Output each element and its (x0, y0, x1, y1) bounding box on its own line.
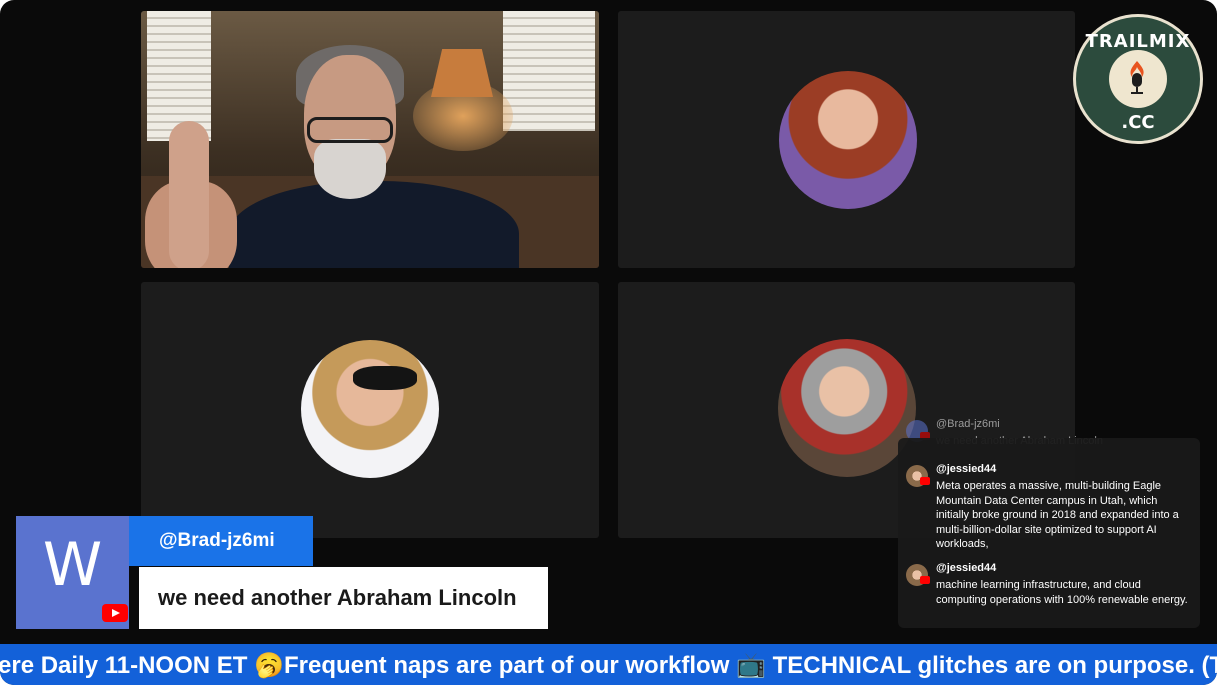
chat-overlay: @jessied44 Meta operates a massive, mult… (898, 438, 1200, 628)
lower-third-username: @Brad-jz6mi (159, 530, 275, 551)
microphone-flame-icon (1130, 61, 1144, 94)
window-blinds (503, 11, 595, 131)
stream-canvas: TRAILMIX .CC @Brad-jz6mi we need another… (0, 0, 1217, 685)
lower-third-avatar: W (16, 516, 129, 629)
logo-top-text: TRAILMIX (1085, 31, 1191, 52)
avatar-letter: W (42, 530, 103, 600)
participant-tile-camera (141, 11, 599, 268)
lower-third-name-box: @Brad-jz6mi (129, 516, 313, 566)
camera-feed (141, 11, 599, 268)
lower-third-message-box: we need another Abraham Lincoln (139, 567, 548, 629)
participant-avatar (778, 339, 916, 477)
participant-tile-avatar (618, 11, 1075, 268)
chat-text: machine learning infrastructure, and clo… (936, 579, 1188, 606)
news-ticker: ere Daily 11-NOON ET 🥱Frequent naps are … (0, 644, 1217, 685)
lower-third-message: we need another Abraham Lincoln (158, 585, 517, 610)
participant-avatar (779, 71, 917, 209)
lamp-shade (431, 49, 493, 97)
participant-tile-avatar (141, 282, 599, 538)
chat-username: @Brad-jz6mi (936, 418, 1000, 430)
person-beard (314, 139, 386, 199)
chat-text: Meta operates a massive, multi-building … (936, 480, 1179, 550)
person-glasses (307, 117, 393, 143)
window-blinds (147, 11, 211, 141)
person-finger (169, 121, 209, 268)
chat-username: @jessied44 (936, 463, 997, 475)
youtube-icon (920, 477, 930, 485)
participant-avatar (301, 340, 439, 478)
logo-bottom-text: .CC (1121, 112, 1155, 133)
ticker-text: ere Daily 11-NOON ET 🥱Frequent naps are … (0, 652, 1217, 679)
youtube-icon (920, 576, 930, 584)
chat-username: @jessied44 (936, 562, 997, 574)
youtube-icon (102, 604, 128, 622)
trailmix-logo: TRAILMIX .CC (1073, 14, 1203, 144)
